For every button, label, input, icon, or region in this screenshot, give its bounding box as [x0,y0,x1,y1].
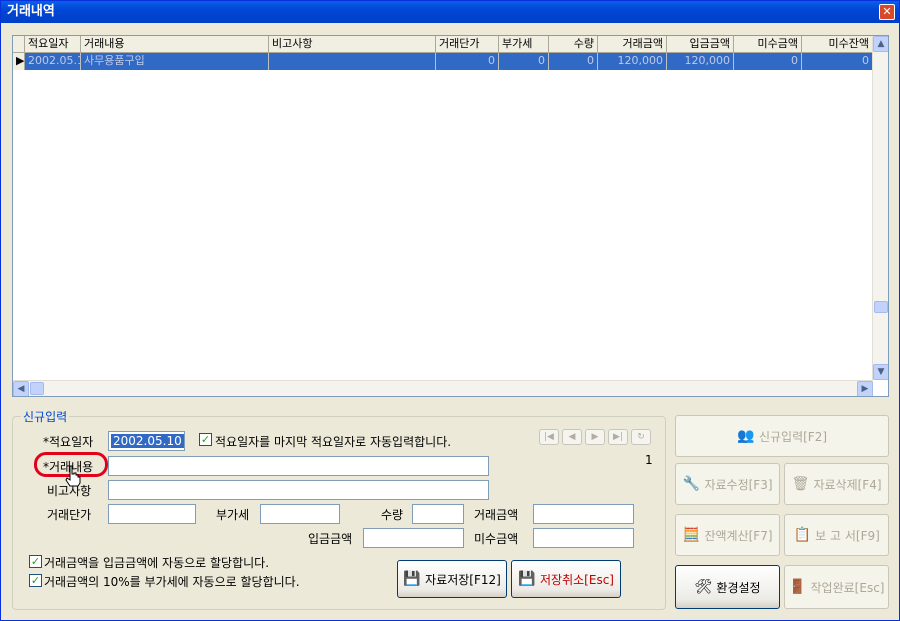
new-user-icon: 👥 [737,428,755,444]
settings-button[interactable]: 🛠 환경설정 [675,565,780,609]
unit-price-input[interactable] [108,504,196,524]
settings-tools-icon: 🛠 [694,579,713,595]
close-icon[interactable]: ✕ [879,4,895,20]
scroll-left-icon[interactable]: ◀ [13,381,29,396]
vat-label: 부가세 [216,508,250,522]
save-button[interactable]: 💾 자료저장[F12] [397,560,507,598]
col-header-unit-price[interactable]: 거래단가 [436,36,499,53]
cell-unit-price[interactable]: 0 [436,53,499,70]
grid-corner [13,36,25,53]
edit-record-icon: 🔧 [682,476,701,492]
col-header-remarks[interactable]: 비고사항 [269,36,436,53]
new-entry-button-label: 신규입력[F2] [758,429,828,444]
transaction-window: 거래내역 ✕ 적요일자 거래내용 비고사항 거래단가 부가세 수량 거래금액 입… [0,0,900,621]
vertical-scroll-thumb[interactable] [874,301,888,313]
cancel-save-button-label: 저장취소[Esc] [540,572,614,587]
horizontal-scroll-thumb[interactable] [30,382,44,395]
cell-unpaid-balance[interactable]: 0 [802,53,873,70]
prev-record-icon[interactable]: ◀ [562,429,582,445]
floppy-disk-icon: 💾 [403,571,421,587]
col-header-amount[interactable]: 거래금액 [598,36,667,53]
refresh-icon[interactable]: ↻ [631,429,651,445]
balance-calc-button[interactable]: 🧮 잔액계산[F7] [675,514,780,556]
window-title: 거래내역 [7,4,55,19]
deposit-label: 입금금액 [308,532,353,546]
cell-deposit[interactable]: 120,000 [667,53,734,70]
vertical-scrollbar[interactable]: ▲ ▼ [872,36,888,380]
auto-deposit-checkbox[interactable]: ✓ [29,555,42,568]
new-entry-group-title: 신규입력 [21,408,70,425]
col-header-unpaid-balance[interactable]: 미수잔액 [802,36,873,53]
unpaid-label: 미수금액 [474,532,519,546]
auto-deposit-label: 거래금액을 입금금액에 자동으로 할당합니다. [44,556,270,570]
finish-work-button[interactable]: 🚪 작업완료[Esc] [784,565,889,609]
qty-label: 수량 [381,508,404,522]
unpaid-input[interactable] [533,528,634,548]
transaction-grid[interactable]: 적요일자 거래내용 비고사항 거래단가 부가세 수량 거래금액 입금금액 미수금… [12,35,889,397]
unit-price-label: 거래단가 [47,508,92,522]
auto-date-label: 적요일자를 마지막 적요일자로 자동입력합니다. [215,435,452,449]
cell-vat[interactable]: 0 [499,53,549,70]
scroll-right-icon[interactable]: ▶ [857,381,873,396]
col-header-unpaid[interactable]: 미수금액 [734,36,802,53]
new-entry-button[interactable]: 👥 신규입력[F2] [675,415,889,457]
date-label: *적요일자 [43,435,94,449]
cell-date[interactable]: 2002.05.10 [25,53,81,70]
cancel-disk-icon: 💾 [518,571,536,587]
settings-button-label: 환경설정 [716,580,761,595]
cancel-save-button[interactable]: 💾 저장취소[Esc] [511,560,621,598]
col-header-deposit[interactable]: 입금금액 [667,36,734,53]
report-icon: 📋 [793,527,811,543]
col-header-content[interactable]: 거래내용 [81,36,269,53]
trash-icon: 🗑 [791,476,810,492]
cell-remarks[interactable] [269,53,436,70]
cell-qty[interactable]: 0 [549,53,598,70]
remarks-input[interactable] [108,480,489,500]
next-record-icon[interactable]: ▶ [585,429,605,445]
cell-content[interactable]: 사무용품구입 [81,53,269,70]
calculator-icon: 🧮 [682,527,701,543]
record-counter: 1 [645,453,653,467]
finish-work-button-label: 작업완료[Esc] [810,580,885,595]
vat-input[interactable] [260,504,340,524]
balance-calc-button-label: 잔액계산[F7] [704,528,773,543]
edit-record-button[interactable]: 🔧 자료수정[F3] [675,463,780,505]
col-header-vat[interactable]: 부가세 [499,36,549,53]
table-row[interactable]: ▶ 2002.05.10 사무용품구입 0 0 0 120,000 120,00… [13,53,873,70]
hand-cursor-icon [65,465,81,487]
cell-unpaid[interactable]: 0 [734,53,802,70]
save-button-label: 자료저장[F12] [425,572,501,587]
scroll-down-icon[interactable]: ▼ [873,364,888,380]
auto-vat-checkbox[interactable]: ✓ [29,574,42,587]
horizontal-scrollbar[interactable]: ◀ ▶ [13,380,873,396]
grid-header: 적요일자 거래내용 비고사항 거래단가 부가세 수량 거래금액 입금금액 미수금… [13,36,873,53]
amount-label: 거래금액 [474,508,519,522]
scroll-up-icon[interactable]: ▲ [873,36,888,52]
delete-record-button-label: 자료삭제[F4] [813,477,882,492]
last-record-icon[interactable]: ▶| [608,429,628,445]
col-header-qty[interactable]: 수량 [549,36,598,53]
content-input[interactable] [108,456,489,476]
amount-input[interactable] [533,504,634,524]
record-navigator: |◀ ◀ ▶ ▶| ↻ [539,429,651,445]
first-record-icon[interactable]: |◀ [539,429,559,445]
report-button-label: 보 고 서[F9] [815,528,880,543]
delete-record-button[interactable]: 🗑 자료삭제[F4] [784,463,889,505]
exit-door-icon: 🚪 [788,579,807,595]
edit-record-button-label: 자료수정[F3] [704,477,773,492]
report-button[interactable]: 📋 보 고 서[F9] [784,514,889,556]
window-titlebar: 거래내역 ✕ [1,1,899,23]
deposit-input[interactable] [363,528,464,548]
cell-amount[interactable]: 120,000 [598,53,667,70]
row-indicator-icon: ▶ [13,53,25,70]
date-input[interactable]: 2002.05.10 [108,431,185,451]
qty-input[interactable] [412,504,464,524]
auto-vat-label: 거래금액의 10%를 부가세에 자동으로 할당합니다. [44,575,300,589]
auto-date-checkbox[interactable]: ✓ [199,433,212,446]
col-header-date[interactable]: 적요일자 [25,36,81,53]
date-value: 2002.05.10 [111,434,184,448]
